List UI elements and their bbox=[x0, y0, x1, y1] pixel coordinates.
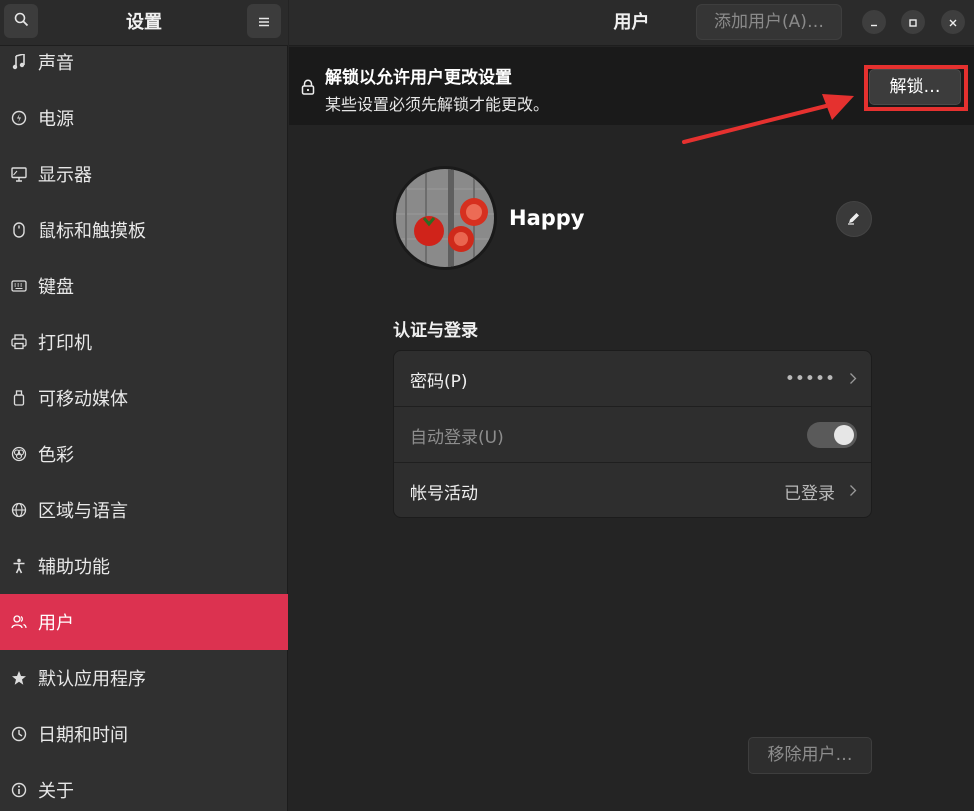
users-icon bbox=[10, 613, 28, 631]
search-button[interactable] bbox=[4, 4, 38, 38]
sidebar-item-about[interactable]: 关于 bbox=[0, 762, 288, 811]
close-icon bbox=[948, 13, 958, 32]
sidebar-item-label: 色彩 bbox=[38, 445, 74, 466]
username: Happy bbox=[509, 206, 585, 230]
keyboard-icon bbox=[10, 277, 28, 295]
sidebar-item-label: 声音 bbox=[38, 53, 74, 74]
sidebar-item-default-apps[interactable]: 默认应用程序 bbox=[0, 650, 288, 706]
sidebar-item-accessibility[interactable]: 辅助功能 bbox=[0, 538, 288, 594]
sidebar-item-label: 显示器 bbox=[38, 165, 92, 186]
menu-button[interactable] bbox=[247, 4, 281, 38]
chevron-right-icon bbox=[849, 370, 857, 389]
sidebar-item-label: 用户 bbox=[38, 613, 74, 634]
sidebar-item-mouse[interactable]: 鼠标和触摸板 bbox=[0, 202, 288, 258]
auto-login-label: 自动登录(U) bbox=[410, 427, 504, 448]
password-row[interactable]: 密码(P) ••••• bbox=[394, 351, 871, 407]
sidebar-item-keyboard[interactable]: 键盘 bbox=[0, 258, 288, 314]
sidebar-item-label: 电源 bbox=[38, 109, 74, 130]
banner-subtitle: 某些设置必须先解锁才能更改。 bbox=[325, 95, 550, 114]
toggle-knob bbox=[834, 425, 854, 445]
globe-icon bbox=[10, 501, 28, 519]
tomato-photo-icon bbox=[396, 169, 494, 267]
sidebar-item-removable-media[interactable]: 可移动媒体 bbox=[0, 370, 288, 426]
remove-user-button[interactable]: 移除用户… bbox=[748, 737, 872, 774]
sidebar-item-printer[interactable]: 打印机 bbox=[0, 314, 288, 370]
close-button[interactable] bbox=[941, 10, 965, 34]
sidebar-item-label: 可移动媒体 bbox=[38, 389, 128, 410]
auth-section-title: 认证与登录 bbox=[393, 321, 478, 341]
sidebar-item-region-language[interactable]: 区域与语言 bbox=[0, 482, 288, 538]
edit-name-button[interactable] bbox=[836, 201, 872, 237]
hamburger-menu-icon bbox=[258, 12, 270, 31]
account-activity-row[interactable]: 帐号活动 已登录 bbox=[394, 463, 871, 517]
sidebar-item-users[interactable]: 用户 bbox=[0, 594, 288, 650]
pencil-icon bbox=[847, 210, 861, 229]
clock-icon bbox=[10, 725, 28, 743]
star-icon bbox=[10, 669, 28, 687]
account-activity-value: 已登录 bbox=[784, 483, 835, 504]
sidebar-item-label: 键盘 bbox=[38, 277, 74, 298]
search-icon bbox=[14, 12, 29, 31]
minimize-button[interactable] bbox=[862, 10, 886, 34]
mouse-icon bbox=[10, 221, 28, 239]
avatar[interactable] bbox=[393, 166, 497, 270]
maximize-icon bbox=[908, 13, 918, 32]
maximize-button[interactable] bbox=[901, 10, 925, 34]
sidebar-list: 声音 电源 显示器 鼠标和触摸板 键盘 打印机 可移动媒体 色彩 区域与语言 辅… bbox=[0, 34, 288, 811]
auto-login-toggle[interactable] bbox=[807, 422, 857, 448]
sidebar-header: 设置 bbox=[0, 0, 288, 46]
lock-icon bbox=[301, 79, 315, 95]
sidebar-title: 设置 bbox=[126, 12, 162, 33]
power-icon bbox=[10, 109, 28, 127]
sidebar: 声音 电源 显示器 鼠标和触摸板 键盘 打印机 可移动媒体 色彩 区域与语言 辅… bbox=[0, 0, 288, 811]
accessibility-icon bbox=[10, 557, 28, 575]
removable-media-icon bbox=[10, 389, 28, 407]
sidebar-item-display[interactable]: 显示器 bbox=[0, 146, 288, 202]
music-note-icon bbox=[10, 53, 28, 71]
display-icon bbox=[10, 165, 28, 183]
color-icon bbox=[10, 445, 28, 463]
sidebar-item-label: 关于 bbox=[38, 781, 74, 802]
annotation-highlight-box bbox=[864, 65, 968, 111]
auth-card: 密码(P) ••••• 自动登录(U) 帐号活动 已登录 bbox=[393, 350, 872, 518]
printer-icon bbox=[10, 333, 28, 351]
sidebar-item-label: 区域与语言 bbox=[38, 501, 128, 522]
sidebar-item-label: 日期和时间 bbox=[38, 725, 128, 746]
account-activity-label: 帐号活动 bbox=[410, 483, 478, 504]
sidebar-item-power[interactable]: 电源 bbox=[0, 90, 288, 146]
sidebar-item-label: 打印机 bbox=[38, 333, 92, 354]
password-label: 密码(P) bbox=[410, 371, 468, 392]
add-user-button[interactable]: 添加用户(A)… bbox=[696, 4, 842, 40]
auto-login-row: 自动登录(U) bbox=[394, 407, 871, 463]
chevron-right-icon bbox=[849, 482, 857, 501]
sidebar-item-label: 鼠标和触摸板 bbox=[38, 221, 146, 242]
minimize-icon bbox=[869, 13, 879, 32]
sidebar-item-label: 辅助功能 bbox=[38, 557, 110, 578]
annotation-arrow-icon bbox=[682, 94, 854, 144]
sidebar-item-date-time[interactable]: 日期和时间 bbox=[0, 706, 288, 762]
sidebar-item-color[interactable]: 色彩 bbox=[0, 426, 288, 482]
password-value: ••••• bbox=[784, 369, 835, 389]
sidebar-item-label: 默认应用程序 bbox=[38, 669, 146, 690]
banner-title: 解锁以允许用户更改设置 bbox=[325, 68, 512, 88]
info-icon bbox=[10, 781, 28, 799]
